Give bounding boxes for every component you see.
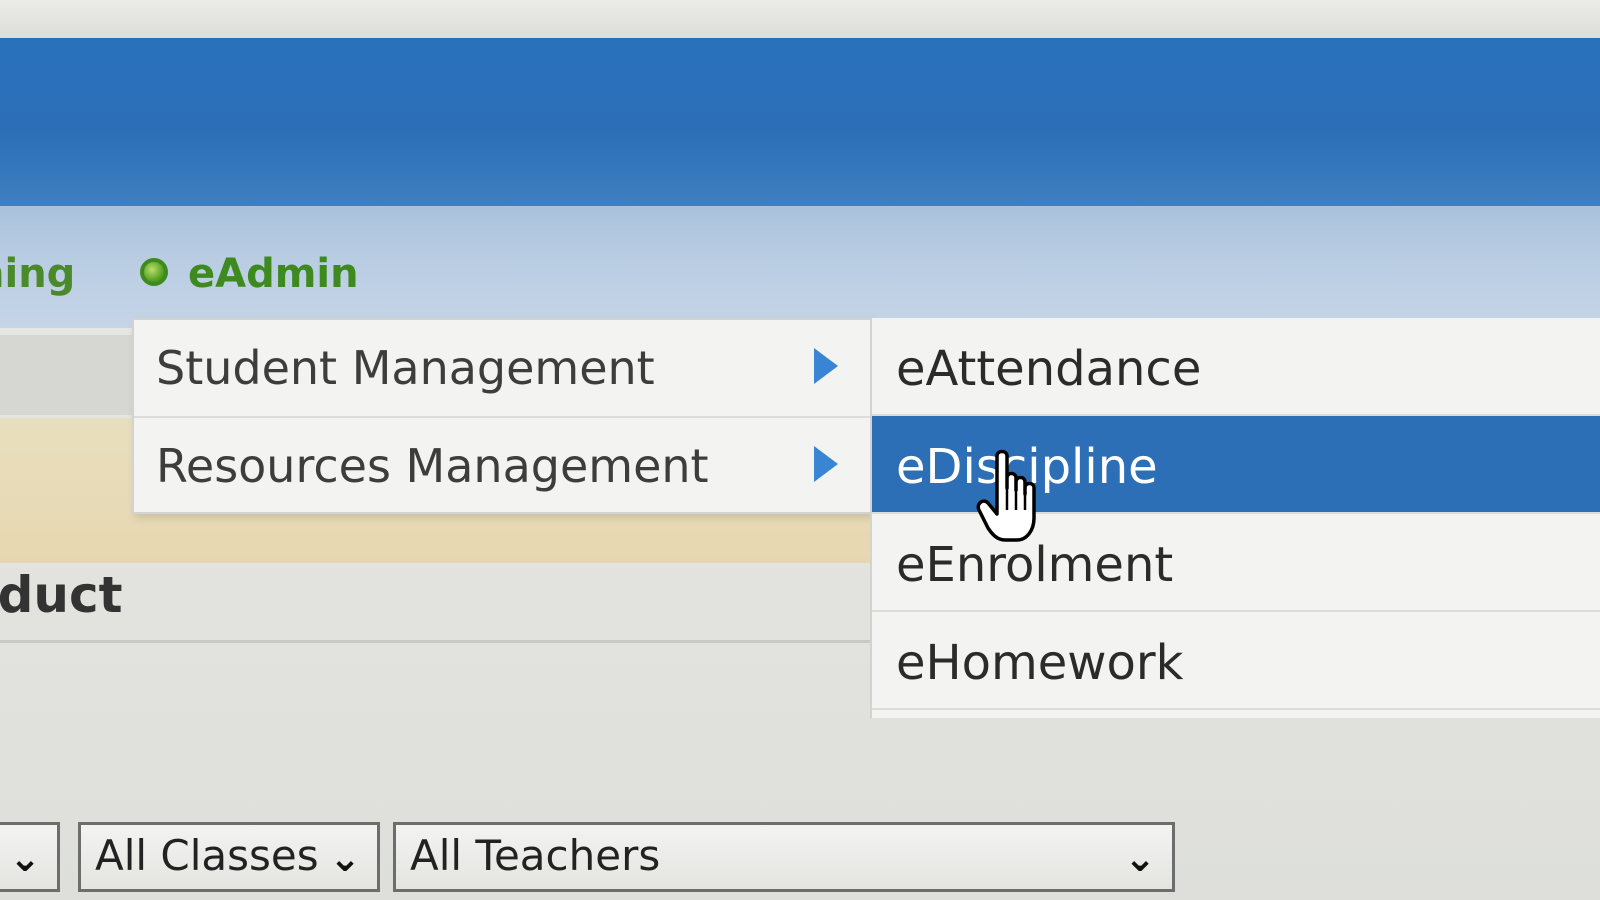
menu-item-label: Student Management — [156, 341, 655, 395]
menu-item-label: eHomework — [896, 635, 1184, 691]
menu-item-ehomework[interactable]: eHomework — [872, 612, 1600, 710]
nav-item-prev[interactable]: ning — [0, 246, 75, 302]
page-title: nduct — [0, 566, 123, 624]
filter-select-classes[interactable]: All Classes ⌄ — [78, 822, 380, 892]
filter-select-teachers-value: All Teachers — [410, 831, 661, 880]
filter-select-classes-value: All Classes — [95, 831, 319, 880]
menu-item-resources-management[interactable]: Resources Management — [134, 418, 870, 514]
filter-select-teachers[interactable]: All Teachers ⌄ — [393, 822, 1175, 892]
chevron-down-icon: ⌄ — [1124, 836, 1156, 880]
menu-item-label: Resources Management — [156, 439, 709, 493]
nav-item-eadmin-label: eAdmin — [188, 251, 359, 297]
header-banner — [0, 38, 1600, 206]
chevron-down-icon: ⌄ — [329, 836, 361, 880]
dropdown-menu-level1: Student Management Resources Management — [132, 318, 872, 514]
filter-select-first[interactable]: ⌄ — [0, 822, 60, 892]
menu-item-label: eAttendance — [896, 341, 1202, 397]
heading-divider — [0, 640, 870, 643]
hand-pointer-icon — [976, 449, 1036, 542]
submenu-arrow-icon — [814, 348, 838, 384]
top-strip — [0, 0, 1600, 40]
menu-item-eattendance[interactable]: eAttendance — [872, 318, 1600, 416]
nav-item-eadmin[interactable]: eAdmin — [140, 246, 359, 302]
chevron-down-icon: ⌄ — [9, 836, 41, 880]
menu-item-student-management[interactable]: Student Management — [134, 320, 870, 418]
submenu-arrow-icon — [814, 446, 838, 482]
sub-tab — [0, 335, 150, 415]
